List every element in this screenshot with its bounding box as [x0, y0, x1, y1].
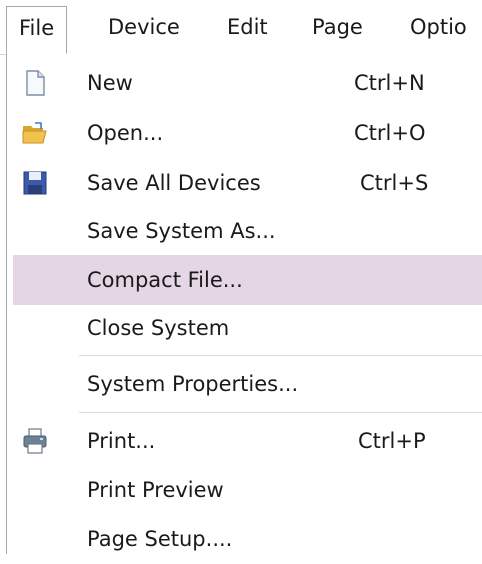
menu-item-label: New [87, 71, 133, 95]
menu-item-save-system-as[interactable]: Save System As... [7, 206, 482, 256]
printer-icon [21, 427, 49, 455]
menu-item-compact-file[interactable]: Compact File... [13, 255, 482, 305]
new-document-icon [21, 69, 49, 97]
menu-item-label: Print Preview [87, 478, 224, 502]
menu-options[interactable]: Optio [410, 12, 467, 42]
menu-item-label: Print... [87, 429, 156, 453]
menu-separator [79, 355, 482, 356]
menu-bar: File Device Edit Page Optio [0, 0, 482, 55]
menu-file[interactable]: File [6, 6, 68, 54]
menu-item-print-preview[interactable]: Print Preview [7, 465, 482, 515]
menu-item-system-properties[interactable]: System Properties... [7, 359, 482, 409]
menu-item-label: Page Setup.... [87, 527, 233, 551]
menu-item-label: System Properties... [87, 372, 299, 396]
menu-item-label: Open... [87, 121, 164, 145]
shortcut-text: Ctrl+N [354, 71, 425, 95]
menu-item-new[interactable]: New Ctrl+N [7, 58, 482, 108]
menu-item-label: Close System [87, 316, 230, 340]
shortcut-text: Ctrl+P [358, 429, 426, 453]
file-menu-dropdown: New Ctrl+N Open... Ctrl+O Save All Devic… [6, 54, 482, 554]
menu-page[interactable]: Page [312, 12, 363, 42]
menu-item-print[interactable]: Print... Ctrl+P [7, 416, 482, 466]
menu-item-label: Compact File... [87, 268, 243, 292]
menu-item-close-system[interactable]: Close System [7, 303, 482, 353]
save-disk-icon [21, 169, 49, 197]
menu-item-label: Save System As... [87, 219, 276, 243]
menu-item-label: Save All Devices [87, 171, 261, 195]
menu-separator [79, 412, 482, 413]
menu-device[interactable]: Device [108, 12, 180, 42]
menu-edit[interactable]: Edit [227, 12, 268, 42]
menu-item-page-setup[interactable]: Page Setup.... [7, 514, 482, 564]
menu-item-save-all-devices[interactable]: Save All Devices Ctrl+S [7, 158, 482, 208]
open-folder-icon [21, 119, 49, 147]
menu-item-open[interactable]: Open... Ctrl+O [7, 108, 482, 158]
shortcut-text: Ctrl+O [354, 121, 426, 145]
shortcut-text: Ctrl+S [360, 171, 429, 195]
